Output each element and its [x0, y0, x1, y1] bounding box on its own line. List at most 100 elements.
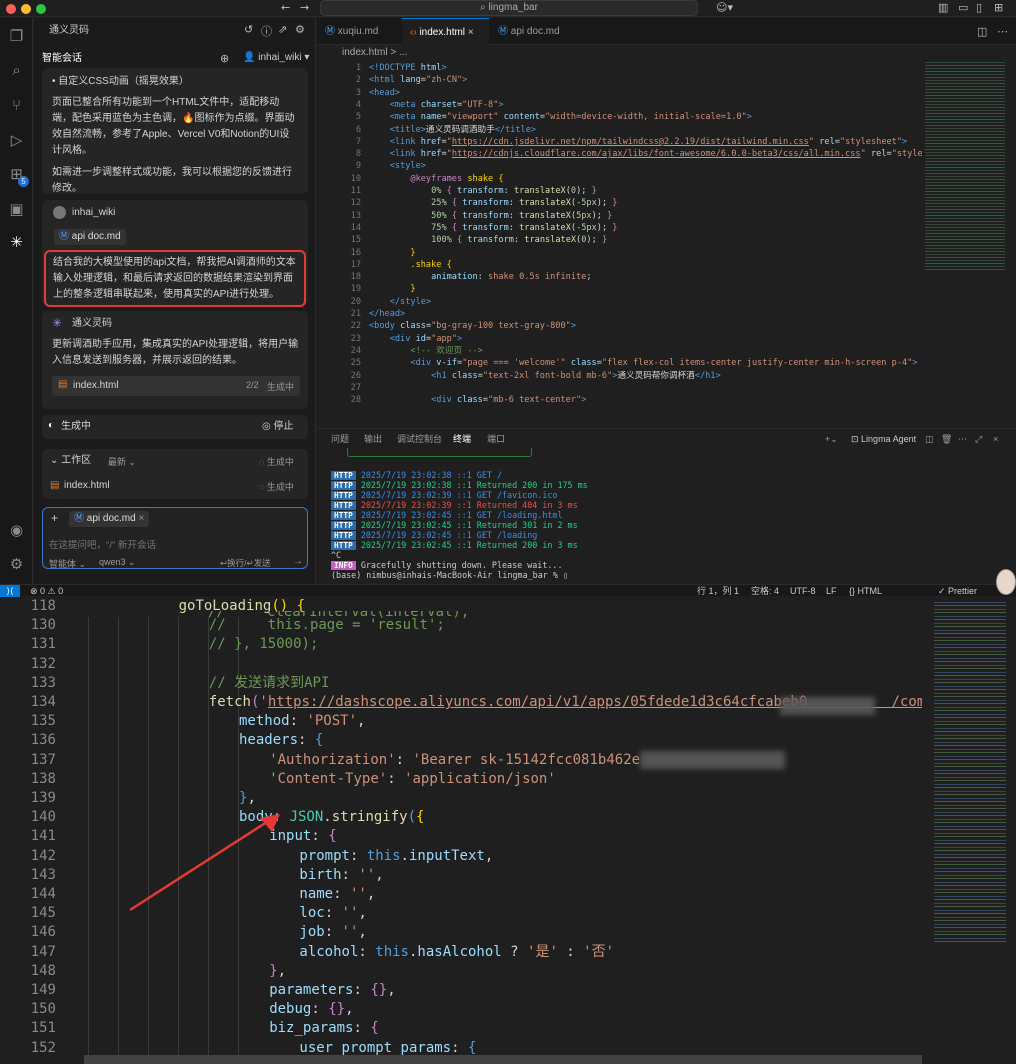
code-line[interactable]: animation: shake 0.5s infinite; — [369, 271, 591, 283]
chat-settings-icon[interactable]: ⚙ — [295, 23, 305, 36]
command-search[interactable]: ⌕ lingma_bar — [320, 0, 698, 16]
maximize-window-button[interactable] — [36, 4, 46, 14]
code-line[interactable]: biz_params: { — [269, 1019, 379, 1038]
terminal-prompt[interactable]: (base) nimbus@inhais-MacBook-Air lingma_… — [331, 570, 568, 580]
code-line[interactable]: headers: { — [239, 731, 323, 750]
split-editor-icon[interactable]: ◫ — [977, 25, 987, 38]
panel-tab-output[interactable]: 输出 — [364, 429, 382, 449]
code-line[interactable]: <link href="https://cdn.jsdelivr.net/npm… — [369, 136, 908, 148]
minimap-top[interactable] — [922, 60, 1016, 428]
code-line[interactable]: // this.page = 'result'; — [209, 616, 445, 635]
layout-custom-icon[interactable]: ⊞ — [994, 1, 1003, 14]
code-line[interactable]: 75% { transform: translateX(-5px); } — [369, 222, 617, 234]
code-line[interactable]: <link href="https://cdnjs.cloudflare.com… — [369, 148, 922, 160]
layout-sidebar-icon[interactable]: ▥ — [938, 1, 948, 14]
minimap-bottom[interactable] — [922, 600, 1016, 945]
avatar[interactable] — [996, 569, 1016, 595]
terminal-output[interactable]: HTTP 2025/7/19 23:02:38 ::1 GET / HTTP 20… — [317, 448, 1016, 584]
code-editor-top[interactable]: 1 <!DOCTYPE html> 2 <html lang="zh-CN"> 3 <he… — [317, 60, 922, 428]
workspace-toggle[interactable]: ⌄ 工作区 — [50, 453, 91, 469]
code-line[interactable]: <body class="bg-gray-100 text-gray-800"> — [369, 320, 576, 332]
code-line[interactable]: 100% { transform: translateX(0); } — [369, 234, 607, 246]
stop-button[interactable]: ◎ 停止 — [262, 419, 294, 435]
terminal-profile[interactable]: ⊡ Lingma Agent — [851, 429, 916, 449]
code-line[interactable]: <meta charset="UTF-8"> — [369, 99, 504, 111]
code-line[interactable]: <!DOCTYPE html> — [369, 62, 447, 74]
layout-secondary-icon[interactable]: ▯ — [976, 1, 982, 14]
help-icon[interactable]: ⓘ — [261, 23, 272, 39]
code-line[interactable]: 50% { transform: translateX(5px); } — [369, 210, 612, 222]
new-chat-icon[interactable]: ⊕ — [220, 52, 229, 65]
code-line[interactable]: </style> — [369, 296, 431, 308]
workspace-file[interactable]: index.html — [64, 478, 110, 494]
close-tab-icon[interactable]: × — [468, 27, 474, 38]
layout-panel-icon[interactable]: ▭ — [958, 1, 968, 14]
tab-index-html[interactable]: ‹› index.html × — [402, 18, 489, 45]
code-line[interactable]: </head> — [369, 308, 405, 320]
send-icon[interactable]: → — [293, 556, 303, 567]
code-line[interactable]: } — [369, 247, 415, 259]
code-line[interactable]: name: '', — [299, 885, 375, 904]
code-line[interactable]: loc: '', — [299, 904, 366, 923]
mode-select[interactable]: 智能体 ⌄ — [49, 557, 86, 570]
split-terminal-icon[interactable]: ◫ — [925, 429, 934, 449]
close-panel-icon[interactable]: × — [993, 429, 998, 449]
panel-tab-terminal[interactable]: 终端 — [453, 429, 472, 449]
code-line[interactable]: 'Authorization': 'Bearer sk-15142fcc081b… — [269, 751, 640, 770]
history-icon[interactable]: ↺ — [244, 23, 253, 36]
copilot-icon[interactable]: ☺▾ — [716, 1, 733, 14]
panel-tab-debug-console[interactable]: 调试控制台 — [397, 429, 442, 449]
minimize-window-button[interactable] — [21, 4, 31, 14]
code-line[interactable]: job: '', — [299, 923, 366, 942]
code-line[interactable]: <h1 class="text-2xl font-bold mb-6">通义灵码… — [369, 370, 721, 382]
input-context-chip[interactable]: Ⓜ api doc.md × — [69, 511, 150, 527]
lingma-icon[interactable]: ✳ — [6, 232, 27, 253]
code-line[interactable]: <title>通义灵码调酒助手</title> — [369, 124, 536, 136]
code-line[interactable]: 25% { transform: translateX(-5px); } — [369, 197, 617, 209]
maximize-panel-icon[interactable]: ⤢ — [975, 429, 982, 449]
model-select[interactable]: qwen3 ⌄ — [99, 557, 136, 568]
code-line[interactable]: .shake { — [369, 259, 451, 271]
code-line[interactable]: <div id="app"> — [369, 333, 463, 345]
code-line[interactable]: <style> — [369, 160, 426, 172]
share-icon[interactable]: ⇗ — [278, 23, 287, 36]
settings-gear-icon[interactable]: ⚙ — [6, 554, 27, 575]
tab-xuqiu[interactable]: Ⓜ xuqiu.md — [317, 18, 401, 45]
code-line[interactable]: <div v-if="page === 'welcome'" class="fl… — [369, 357, 917, 369]
prettier-status[interactable]: ✓ Prettier — [938, 585, 977, 597]
line-ending[interactable]: LF — [826, 585, 837, 597]
more-actions-icon[interactable]: ⋯ — [997, 25, 1008, 38]
remote-explorer-icon[interactable]: ▣ — [6, 199, 27, 220]
code-line[interactable]: birth: '', — [299, 866, 383, 885]
code-line[interactable]: 0% { transform: translateX(0); } — [369, 185, 597, 197]
horizontal-scrollbar[interactable] — [84, 1055, 922, 1064]
source-control-icon[interactable]: ⑂ — [6, 95, 27, 116]
code-line[interactable]: // 发送请求到API — [209, 674, 330, 693]
encoding[interactable]: UTF-8 — [790, 585, 816, 597]
code-line[interactable]: <head> — [369, 87, 400, 99]
kill-terminal-icon[interactable]: 🗑 — [941, 429, 952, 449]
code-line[interactable]: 'Content-Type': 'application/json' — [269, 770, 556, 789]
code-line[interactable]: }, — [269, 962, 286, 981]
tab-api-doc[interactable]: Ⓜ api doc.md — [490, 18, 582, 45]
panel-tab-problems[interactable]: 问题 — [331, 429, 349, 449]
code-line[interactable]: }, — [239, 789, 256, 808]
code-line[interactable]: alcohol: this.hasAlcohol ? '是' : '否' — [299, 943, 614, 962]
code-line[interactable]: @keyframes shake { — [369, 173, 503, 185]
explorer-icon[interactable]: ❐ — [6, 26, 27, 47]
workspace-sort[interactable]: 最新 ⌄ — [108, 455, 136, 468]
panel-tab-ports[interactable]: 端口 — [487, 429, 505, 449]
back-arrow-icon[interactable]: ← — [281, 1, 290, 14]
remove-chip-icon[interactable]: × — [138, 513, 144, 524]
more-icon[interactable]: ⋯ — [958, 429, 967, 449]
chat-input-box[interactable]: + Ⓜ api doc.md × 在这提问吧，"/" 新开会话 智能体 ⌄ qw… — [42, 507, 308, 569]
code-line[interactable]: parameters: {}, — [269, 981, 395, 1000]
code-line[interactable]: prompt: this.inputText, — [299, 847, 493, 866]
new-terminal-icon[interactable]: +⌄ — [825, 429, 838, 449]
close-window-button[interactable] — [6, 4, 16, 14]
breadcrumb[interactable]: index.html > ... — [317, 45, 1016, 60]
language-mode[interactable]: {} HTML — [849, 585, 882, 597]
search-icon[interactable]: ⌕ — [6, 60, 27, 81]
problems-indicator[interactable]: ⊗ 0 ⚠ 0 — [30, 585, 63, 597]
remote-indicator-icon[interactable]: ⟩⟨ — [0, 585, 20, 597]
